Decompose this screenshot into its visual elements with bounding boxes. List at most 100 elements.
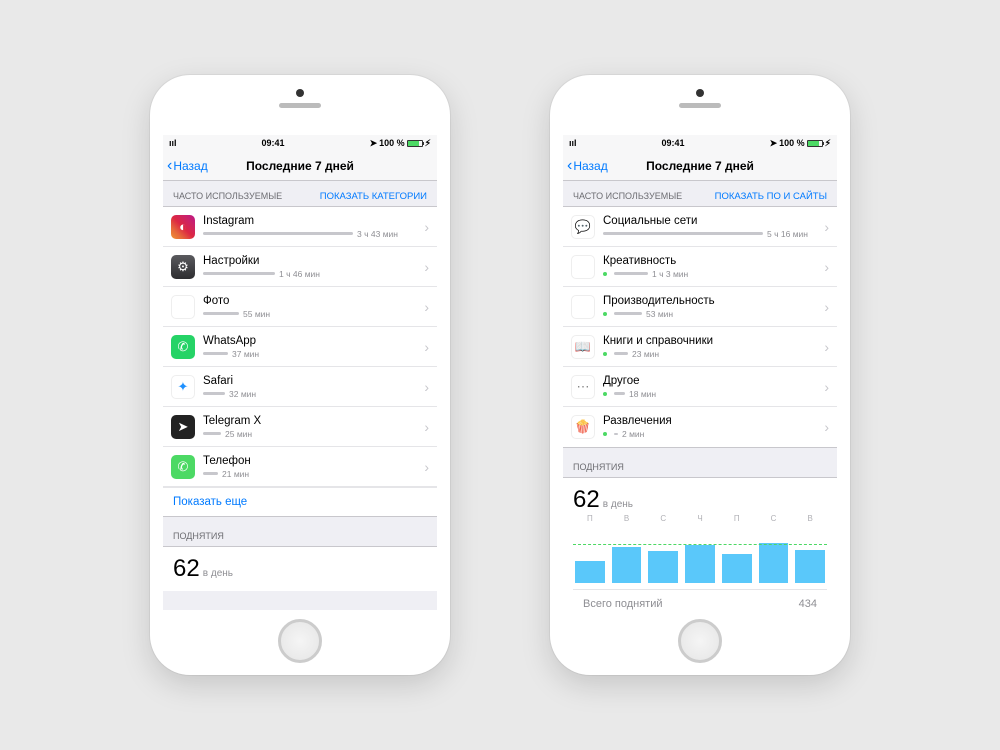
usage-bar-line: 21 мин	[203, 469, 420, 479]
usage-bar	[203, 472, 218, 475]
bar-fill	[722, 554, 752, 583]
location-icon: ➤	[370, 138, 378, 149]
content-left[interactable]: ЧАСТО ИСПОЛЬЗУЕМЫЕ ПОКАЗАТЬ КАТЕГОРИИ ◐ I…	[163, 181, 437, 610]
back-button[interactable]: ‹Назад	[567, 159, 608, 173]
battery-icon	[807, 140, 823, 147]
bar-fill	[648, 551, 678, 583]
phone-right: ııl 09:41 ➤ 100 % ⚡︎ ‹Назад Последние 7 …	[550, 75, 850, 675]
usage-bar-line: 53 мин	[603, 309, 820, 319]
app-icon: ✦	[171, 375, 195, 399]
content-right[interactable]: ЧАСТО ИСПОЛЬЗУЕМЫЕ ПОКАЗАТЬ ПО И САЙТЫ 💬…	[563, 181, 837, 610]
front-camera	[696, 89, 704, 97]
list-row[interactable]: 💬Социальные сети5 ч 16 мин›	[563, 207, 837, 247]
clock: 09:41	[662, 138, 685, 148]
row-name: Развлечения	[603, 415, 820, 427]
usage-bar-line: 37 мин	[203, 349, 420, 359]
usage-bar-line: 23 мин	[603, 349, 820, 359]
row-name: Креативность	[603, 255, 820, 267]
signal-icon: ııl	[569, 138, 577, 148]
category-list: 💬Социальные сети5 ч 16 мин›✎Креативность…	[563, 206, 837, 448]
duration-label: 5 ч 16 мин	[767, 229, 808, 239]
row-name: Социальные сети	[603, 215, 820, 227]
chart-day-labels: ПВСЧПСВ	[573, 514, 827, 523]
list-row[interactable]: ✆WhatsApp37 мин›	[163, 327, 437, 367]
usage-bar-line: 25 мин	[203, 429, 420, 439]
pickups-unit: в день	[603, 499, 633, 510]
duration-label: 23 мин	[632, 349, 659, 359]
speaker	[279, 103, 321, 108]
chevron-right-icon: ›	[424, 259, 429, 275]
day-label: С	[759, 514, 789, 523]
row-main: Книги и справочники23 мин	[603, 335, 820, 359]
total-label: Всего поднятий	[583, 598, 663, 610]
pickups-box[interactable]: 62 в день	[163, 546, 437, 591]
pickups-header: ПОДНЯТИЯ	[163, 517, 437, 546]
back-button[interactable]: ‹Назад	[167, 159, 208, 173]
row-main: Instagram3 ч 43 мин	[203, 215, 420, 239]
row-name: Telegram X	[203, 415, 420, 427]
usage-bar	[614, 272, 648, 275]
chart-bar	[795, 550, 825, 583]
row-name: Safari	[203, 375, 420, 387]
list-row[interactable]: ✆Телефон21 мин›	[163, 447, 437, 487]
show-more-button[interactable]: Показать еще	[163, 487, 437, 516]
screen-left: ııl 09:41 ➤ 100 % ⚡︎ ‹Назад Последние 7 …	[163, 135, 437, 610]
chevron-right-icon: ›	[424, 459, 429, 475]
total-value: 434	[799, 598, 817, 610]
chart-bar	[575, 561, 605, 583]
list-row[interactable]: ⋯ Другое18 мин›	[563, 367, 837, 407]
list-row[interactable]: ✿Фото55 мин›	[163, 287, 437, 327]
app-list: ◐Instagram3 ч 43 мин›⚙Настройки1 ч 46 ми…	[163, 206, 437, 517]
list-row[interactable]: ✎Производительность53 мин›	[563, 287, 837, 327]
usage-bar-line: 2 мин	[603, 429, 820, 439]
row-main: Социальные сети 5 ч 16 мин	[603, 215, 820, 239]
usage-bar-line: 18 мин	[603, 389, 820, 399]
list-row[interactable]: 📖Книги и справочники23 мин›	[563, 327, 837, 367]
pickups-box[interactable]: 62 в день ПВСЧПСВ Всего поднятий 434	[563, 477, 837, 610]
list-row[interactable]: 🍿Развлечения2 мин›	[563, 407, 837, 447]
chevron-right-icon: ›	[824, 299, 829, 315]
duration-label: 3 ч 43 мин	[357, 229, 398, 239]
bar-fill	[612, 547, 642, 583]
row-main: Другое18 мин	[603, 375, 820, 399]
toggle-categories-link[interactable]: ПОКАЗАТЬ КАТЕГОРИИ	[320, 191, 427, 202]
chevron-right-icon: ›	[424, 379, 429, 395]
home-button[interactable]	[278, 619, 322, 663]
duration-label: 18 мин	[629, 389, 656, 399]
home-button[interactable]	[678, 619, 722, 663]
chevron-right-icon: ›	[424, 219, 429, 235]
chevron-right-icon: ›	[824, 339, 829, 355]
chevron-right-icon: ›	[824, 219, 829, 235]
section-label: ЧАСТО ИСПОЛЬЗУЕМЫЕ	[173, 191, 282, 202]
list-row[interactable]: ✦ Safari32 мин›	[163, 367, 437, 407]
day-label: С	[648, 514, 678, 523]
signal-icon: ııl	[169, 138, 177, 148]
list-row[interactable]: ◐ Instagram3 ч 43 мин›	[163, 207, 437, 247]
app-icon: ⋯	[571, 375, 595, 399]
day-label: Ч	[685, 514, 715, 523]
app-icon: ◐	[171, 215, 195, 239]
list-row[interactable]: ➤Telegram X25 мин›	[163, 407, 437, 447]
usage-bar	[603, 232, 763, 235]
app-icon: 🍿	[571, 415, 595, 439]
usage-bar-line: 3 ч 43 мин	[203, 229, 420, 239]
duration-label: 55 мин	[243, 309, 270, 319]
chevron-right-icon: ›	[824, 379, 829, 395]
bar-fill	[575, 561, 605, 583]
chevron-right-icon: ›	[424, 299, 429, 315]
chevron-right-icon: ›	[824, 259, 829, 275]
page-title: Последние 7 дней	[246, 159, 354, 173]
list-row[interactable]: ⚙Настройки1 ч 46 мин›	[163, 247, 437, 287]
app-icon: ✎	[571, 295, 595, 319]
app-icon: ✎	[571, 255, 595, 279]
row-main: Safari32 мин	[203, 375, 420, 399]
list-row[interactable]: ✎ Креативность 1 ч 3 мин ›	[563, 247, 837, 287]
row-main: Креативность 1 ч 3 мин	[603, 255, 820, 279]
row-name: WhatsApp	[203, 335, 420, 347]
average-line	[573, 544, 827, 545]
nav-bar: ‹Назад Последние 7 дней	[563, 151, 837, 181]
duration-label: 1 ч 3 мин	[652, 269, 688, 279]
day-label: П	[722, 514, 752, 523]
toggle-apps-link[interactable]: ПОКАЗАТЬ ПО И САЙТЫ	[715, 191, 827, 202]
battery-icon	[407, 140, 423, 147]
